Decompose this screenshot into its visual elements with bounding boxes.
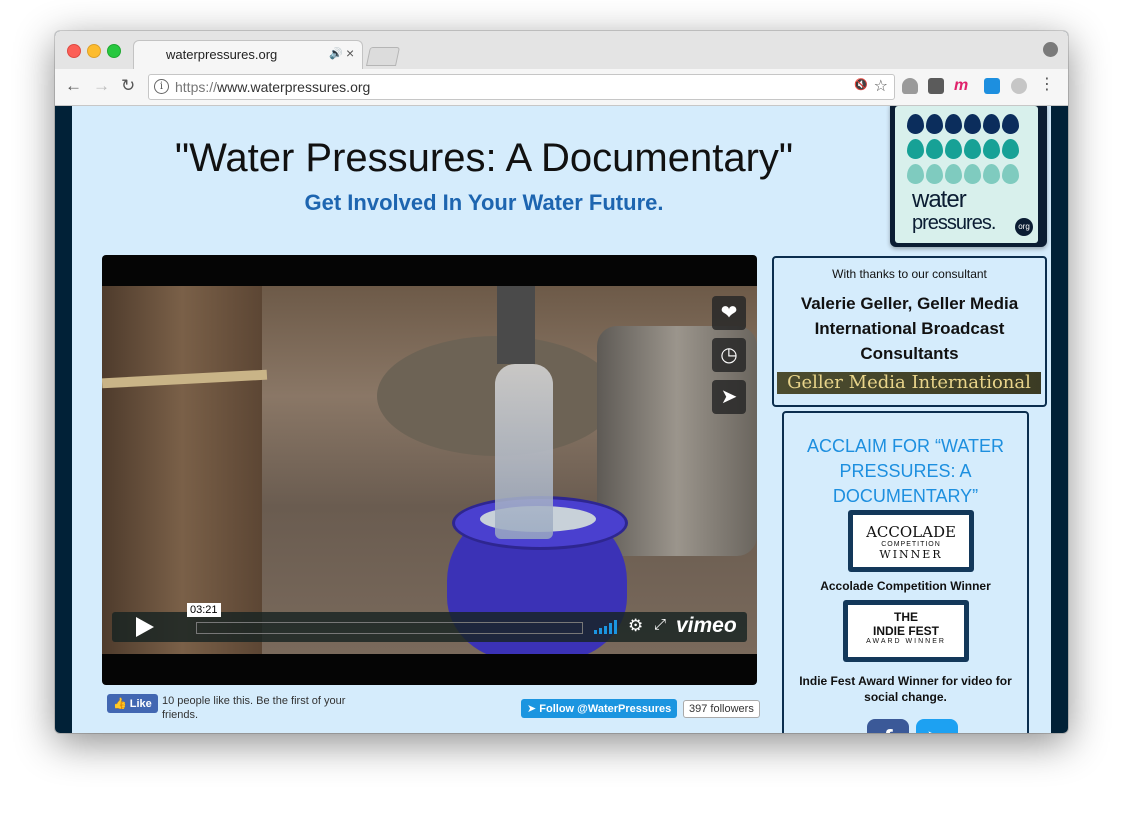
- facebook-icon[interactable]: f: [867, 719, 909, 733]
- page-subtitle: Get Involved In Your Water Future.: [304, 190, 664, 215]
- video-scene-pipe: [497, 286, 535, 364]
- acclaim-box: ACCLAIM FOR “WATER PRESSURES: A DOCUMENT…: [782, 411, 1029, 733]
- drop-icon: [907, 139, 924, 159]
- drop-icon: [945, 114, 962, 134]
- twitter-followers-count[interactable]: 397 followers: [683, 700, 760, 718]
- clock-icon[interactable]: ◷: [712, 338, 746, 372]
- accolade-award-inner: ACCOLADE COMPETITION WINNER: [853, 515, 969, 567]
- web-page: "Water Pressures: A Documentary" Get Inv…: [72, 106, 1051, 733]
- volume-icon[interactable]: [594, 620, 618, 634]
- award2-line2: INDIE FEST: [872, 624, 939, 638]
- toolbar: ← → ↻ i https://www.waterpressures.org 🔇…: [55, 69, 1068, 106]
- acclaim-heading: ACCLAIM FOR “WATER PRESSURES: A DOCUMENT…: [807, 436, 1004, 506]
- drop-icon: [983, 164, 1000, 184]
- award1-line3: WINNER: [879, 548, 943, 561]
- logo-org-badge: org: [1015, 218, 1033, 236]
- drop-icon: [907, 164, 924, 184]
- video-scene-post: [102, 286, 262, 654]
- progress-bar[interactable]: [196, 622, 583, 634]
- indie-fest-award-badge: THE INDIE FEST AWARD WINNER: [843, 600, 969, 662]
- drop-icon: [983, 114, 1000, 134]
- twitter-bird-icon: ➤: [527, 703, 537, 715]
- indie-fest-award-inner: THE INDIE FEST AWARD WINNER: [848, 605, 964, 657]
- video-frame[interactable]: ❤ ◷ ➤: [102, 286, 757, 654]
- drop-icon: [964, 164, 981, 184]
- play-icon[interactable]: [136, 617, 154, 637]
- consultant-thanks: With thanks to our consultant: [832, 267, 987, 281]
- active-tab[interactable]: waterpressures.org 🔊 ×: [133, 40, 363, 70]
- drop-icon: [1002, 164, 1019, 184]
- tab-bar: waterpressures.org 🔊 ×: [55, 31, 1068, 70]
- close-tab-icon[interactable]: ×: [346, 45, 354, 61]
- heart-icon[interactable]: ❤: [712, 296, 746, 330]
- send-icon[interactable]: ➤: [712, 380, 746, 414]
- minimize-window-button[interactable]: [87, 44, 101, 58]
- video-scene-water-stream: [495, 364, 553, 539]
- geller-media-banner[interactable]: Geller Media International: [777, 372, 1041, 394]
- twitter-follow-button[interactable]: ➤ Follow @WaterPressures: [521, 699, 678, 718]
- video-player[interactable]: ❤ ◷ ➤ 03:21 ⚙ ⤢ vimeo: [102, 255, 757, 685]
- browser-window: waterpressures.org 🔊 × ← → ↻ i https://w…: [55, 31, 1068, 733]
- accolade-award-badge: ACCOLADE COMPETITION WINNER: [848, 510, 974, 572]
- award2-line3: AWARD WINNER: [866, 638, 946, 645]
- tab-title: waterpressures.org: [166, 47, 278, 62]
- extension-drive-icon[interactable]: [902, 78, 918, 94]
- indie-fest-caption: Indie Fest Award Winner for video for so…: [799, 674, 1012, 704]
- consultant-box: With thanks to our consultant Valerie Ge…: [772, 256, 1047, 407]
- reload-icon[interactable]: ↻: [121, 76, 135, 96]
- speaker-icon[interactable]: 🔊: [329, 47, 343, 60]
- thumbs-up-icon: 👍: [113, 698, 127, 710]
- consultant-name: Valerie Geller, Geller Media Internation…: [800, 294, 1019, 363]
- twitter-icon[interactable]: ➤: [916, 719, 958, 733]
- zoom-window-button[interactable]: [107, 44, 121, 58]
- back-icon[interactable]: ←: [65, 76, 82, 96]
- award1-line1: ACCOLADE: [866, 523, 956, 541]
- fullscreen-icon[interactable]: ⤢: [654, 616, 666, 633]
- drop-icon: [926, 114, 943, 134]
- award1-line2: COMPETITION: [881, 541, 941, 548]
- water-pressures-logo[interactable]: water pressures. org: [890, 106, 1047, 247]
- vimeo-logo[interactable]: vimeo: [676, 614, 737, 638]
- extension-skype-icon[interactable]: [1011, 78, 1027, 94]
- logo-word-water: water: [912, 186, 967, 213]
- close-window-button[interactable]: [67, 44, 81, 58]
- video-controls: 03:21 ⚙ ⤢ vimeo: [112, 603, 747, 642]
- address-bar[interactable]: i https://www.waterpressures.org 🔇 ☆: [148, 74, 895, 100]
- new-tab-button[interactable]: [365, 47, 401, 66]
- facebook-like-text: 10 people like this. Be the first of you…: [162, 695, 346, 721]
- drop-icon: [945, 164, 962, 184]
- drop-icon: [983, 139, 1000, 159]
- drop-icon: [926, 164, 943, 184]
- logo-inner: water pressures. org: [895, 106, 1038, 243]
- drop-icon: [964, 114, 981, 134]
- muted-site-icon[interactable]: 🔇: [854, 78, 868, 91]
- award2-line1: THE: [894, 610, 918, 624]
- page-title: "Water Pressures: A Documentary": [174, 136, 794, 180]
- drop-icon: [926, 139, 943, 159]
- menu-icon[interactable]: ⋮: [1039, 77, 1055, 93]
- url-text[interactable]: https://www.waterpressures.org: [175, 79, 370, 95]
- drop-icon: [1002, 114, 1019, 134]
- extension-pocket-icon[interactable]: [928, 78, 944, 94]
- bookmark-star-icon[interactable]: ☆: [874, 76, 888, 96]
- profile-icon[interactable]: [1043, 42, 1058, 57]
- accolade-caption: Accolade Competition Winner: [820, 579, 991, 593]
- info-icon[interactable]: i: [154, 79, 169, 94]
- logo-drops: [907, 114, 1032, 189]
- drop-icon: [964, 139, 981, 159]
- drop-icon: [945, 139, 962, 159]
- timecode: 03:21: [187, 603, 221, 617]
- drop-icon: [907, 114, 924, 134]
- settings-gear-icon[interactable]: ⚙: [628, 616, 643, 636]
- logo-word-pressures: pressures.: [912, 212, 996, 234]
- extension-m-icon[interactable]: m: [954, 78, 970, 94]
- facebook-like-button[interactable]: 👍 Like: [107, 694, 158, 713]
- extension-blue-icon[interactable]: [984, 78, 1000, 94]
- forward-icon[interactable]: →: [93, 76, 110, 96]
- drop-icon: [1002, 139, 1019, 159]
